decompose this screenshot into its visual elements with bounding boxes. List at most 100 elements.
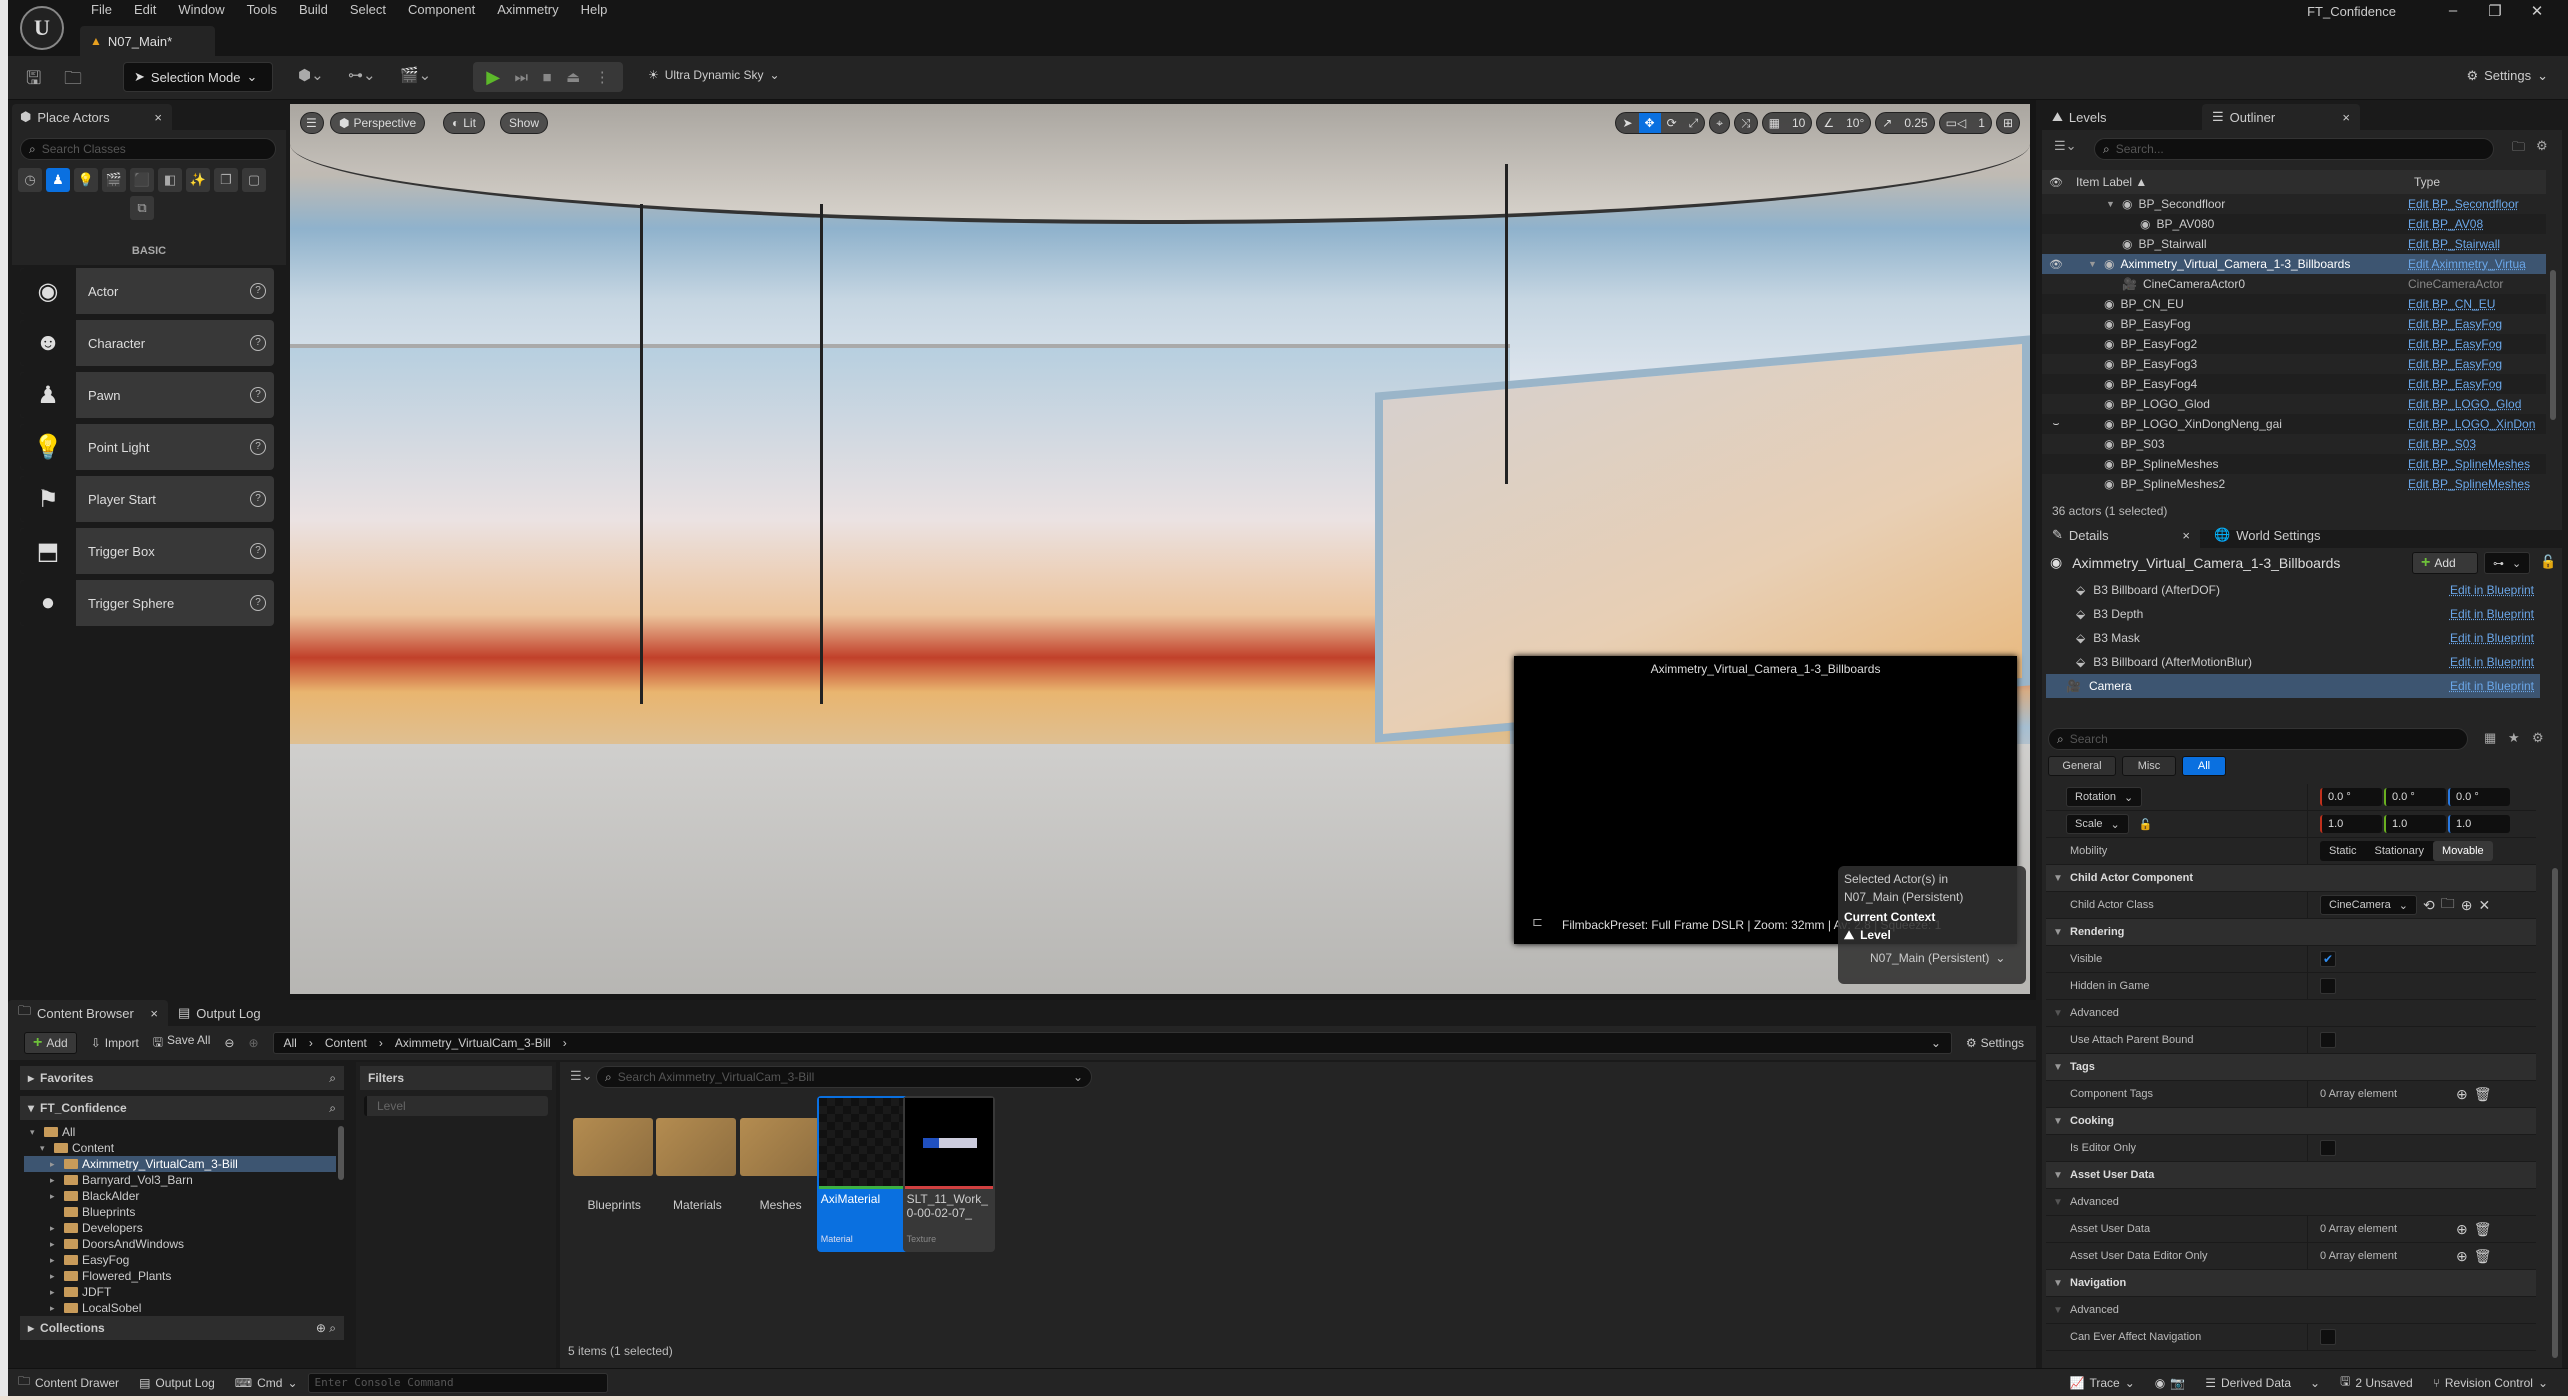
- levels-tab[interactable]: ⛰ Levels: [2042, 104, 2202, 130]
- component-row[interactable]: ⬙ B3 Depth Edit in Blueprint: [2046, 602, 2540, 626]
- actor-item-point-light[interactable]: 💡 Point Light?: [20, 424, 274, 470]
- asset-tile[interactable]: Meshes: [734, 1096, 828, 1252]
- search-icon[interactable]: ⌕: [329, 1101, 336, 1116]
- outliner-row[interactable]: ◉ BP_S03 Edit BP_S03: [2042, 434, 2546, 454]
- filter-icon[interactable]: ☰⌄: [2054, 138, 2077, 154]
- component-row[interactable]: ⬙ B3 Billboard (AfterMotionBlur) Edit in B…: [2046, 650, 2540, 674]
- chevron-right-icon[interactable]: ▸: [50, 1255, 60, 1266]
- table-view-icon[interactable]: ▦: [2484, 730, 2496, 746]
- world-settings-tab[interactable]: 🌐 World Settings: [2204, 522, 2364, 548]
- child-actor-class-dropdown[interactable]: CineCamera ⌄: [2320, 895, 2417, 915]
- forward-icon[interactable]: ⊕: [248, 1036, 258, 1050]
- edit-in-blueprint-link[interactable]: Edit in Blueprint: [2450, 607, 2534, 621]
- maximize-button[interactable]: ❐: [2480, 2, 2510, 20]
- menu-file[interactable]: File: [80, 0, 123, 22]
- rotate-tool-icon[interactable]: ⟳: [1661, 113, 1683, 133]
- scale-y-input[interactable]: 1.0: [2384, 815, 2446, 833]
- folder-tree-item[interactable]: ▸ Flowered_Plants: [24, 1268, 336, 1284]
- close-icon[interactable]: ×: [150, 1006, 158, 1021]
- scale-z-input[interactable]: 1.0: [2448, 815, 2510, 833]
- breadcrumb-all[interactable]: All: [284, 1036, 297, 1050]
- output-log-tab[interactable]: ▤ Output Log: [168, 1000, 288, 1026]
- checkbox[interactable]: [2320, 978, 2336, 994]
- level-viewport[interactable]: ☰ ⬢ Perspective ◐ Lit Show ➤ ✥ ⟳ ⤢ ⌖ ⤨ ▦ 10…: [290, 104, 2030, 994]
- breadcrumb-folder[interactable]: Aximmetry_VirtualCam_3-Bill: [395, 1036, 551, 1050]
- outliner-row[interactable]: ▼ ◉ BP_Secondfloor Edit BP_Secondfloor: [2042, 194, 2546, 214]
- advanced-section[interactable]: ▼ Advanced: [2046, 1297, 2536, 1324]
- surface-snap-button[interactable]: ⤨: [1734, 112, 1758, 134]
- edit-blueprint-link[interactable]: Edit BP_AV08: [2408, 217, 2546, 231]
- viewport-menu-button[interactable]: ☰: [300, 112, 324, 134]
- outliner-row[interactable]: ◉ BP_EasyFog3 Edit BP_EasyFog: [2042, 354, 2546, 374]
- advanced-section[interactable]: ▼ Advanced: [2046, 1000, 2536, 1027]
- scale-dropdown[interactable]: Scale ⌄: [2066, 814, 2129, 834]
- lights-icon[interactable]: 💡: [74, 168, 98, 192]
- coordinate-space-button[interactable]: ⌖: [1709, 112, 1731, 134]
- outliner-row[interactable]: ◉ BP_EasyFog Edit BP_EasyFog: [2042, 314, 2546, 334]
- folder-tree-item[interactable]: ▸ JDFT: [24, 1284, 336, 1300]
- edit-in-blueprint-link[interactable]: Edit in Blueprint: [2450, 655, 2534, 669]
- edit-blueprint-link[interactable]: Edit BP_EasyFog: [2408, 317, 2546, 331]
- scale-tool-icon[interactable]: ⤢: [1683, 113, 1705, 133]
- filter-icon[interactable]: ☰⌄: [570, 1068, 593, 1084]
- component-row[interactable]: ⬙ B3 Mask Edit in Blueprint: [2046, 626, 2540, 650]
- edit-blueprint-link[interactable]: Edit BP_LOGO_XinDon: [2408, 417, 2546, 431]
- folder-tree-item[interactable]: ▸ Developers: [24, 1220, 336, 1236]
- reset-arrow-icon[interactable]: ⟲: [2423, 897, 2435, 914]
- expand-arrow-icon[interactable]: ▼: [2088, 259, 2098, 269]
- menu-component[interactable]: Component: [397, 0, 486, 22]
- search-classes-input[interactable]: ⌕ Search Classes: [20, 138, 276, 160]
- project-section[interactable]: ▾ FT_Confidence ⌕: [20, 1096, 344, 1120]
- add-folder-icon[interactable]: 🗀: [2512, 138, 2525, 160]
- folder-tree-item[interactable]: ▸ BlackAlder: [24, 1188, 336, 1204]
- edit-in-blueprint-link[interactable]: Edit in Blueprint: [2450, 679, 2534, 693]
- selection-mode-dropdown[interactable]: ➤ Selection Mode ⌄: [123, 62, 273, 92]
- eye-icon[interactable]: 👁: [2042, 176, 2070, 189]
- outliner-search-input[interactable]: ⌕ Search...: [2094, 138, 2494, 160]
- folder-tree-item[interactable]: ▸ Aximmetry_VirtualCam_3-Bill: [24, 1156, 336, 1172]
- checkbox[interactable]: [2320, 1329, 2336, 1345]
- mobility-static[interactable]: Static: [2320, 841, 2366, 861]
- save-icon[interactable]: 🖫: [26, 66, 41, 96]
- edit-blueprint-link[interactable]: Edit BP_Stairwall: [2408, 237, 2546, 251]
- lock-icon[interactable]: 🔓: [2540, 554, 2556, 570]
- folder-tree-item[interactable]: ▸ LocalSobel: [24, 1300, 336, 1316]
- play-icon[interactable]: ▶: [486, 67, 500, 88]
- star-icon[interactable]: ★: [2508, 730, 2520, 746]
- edit-in-blueprint-link[interactable]: Edit in Blueprint: [2450, 631, 2534, 645]
- help-icon[interactable]: ?: [250, 283, 266, 299]
- add-element-icon[interactable]: ⊕: [2456, 1248, 2468, 1265]
- component-row[interactable]: ⬙ B3 Billboard (AfterDOF) Edit in Blueprin…: [2046, 578, 2540, 602]
- outliner-row[interactable]: ◉ BP_SplineMeshes2 Edit BP_SplineMeshes: [2042, 474, 2546, 494]
- chevron-right-icon[interactable]: ▸: [50, 1159, 60, 1170]
- menu-select[interactable]: Select: [339, 0, 397, 22]
- checkbox[interactable]: [2320, 1140, 2336, 1156]
- blueprint-icon[interactable]: ⊶⌄: [348, 66, 376, 84]
- pin-icon[interactable]: ⊏: [1532, 914, 1543, 930]
- folder-tree-item[interactable]: ▸ EasyFog: [24, 1252, 336, 1268]
- settings-button[interactable]: ⚙ Settings ⌄: [2466, 68, 2548, 84]
- edit-blueprint-link[interactable]: Edit BP_SplineMeshes: [2408, 457, 2546, 471]
- geometry-icon[interactable]: ◧: [158, 168, 182, 192]
- category-rendering[interactable]: ▼ Rendering: [2046, 919, 2536, 946]
- scale-x-input[interactable]: 1.0: [2320, 815, 2382, 833]
- help-icon[interactable]: ?: [250, 335, 266, 351]
- menu-edit[interactable]: Edit: [123, 0, 167, 22]
- outliner-row[interactable]: ◉ BP_SplineMeshes Edit BP_SplineMeshes: [2042, 454, 2546, 474]
- clear-icon[interactable]: ✕: [2478, 897, 2490, 914]
- search-icon[interactable]: ⌕: [329, 1071, 336, 1086]
- category-cooking[interactable]: ▼ Cooking: [2046, 1108, 2536, 1135]
- rotation-dropdown[interactable]: Rotation ⌄: [2066, 787, 2143, 807]
- edit-blueprint-link[interactable]: Edit BP_EasyFog: [2408, 337, 2546, 351]
- visual-effects-icon[interactable]: ⬛: [130, 168, 154, 192]
- outliner-row[interactable]: 👁 ▼ ◉ Aximmetry_Virtual_Camera_1-3_Billboar…: [2042, 254, 2546, 274]
- chevron-right-icon[interactable]: ▸: [50, 1191, 60, 1202]
- outliner-row[interactable]: ◉ BP_LOGO_Glod Edit BP_LOGO_Glod: [2042, 394, 2546, 414]
- help-icon[interactable]: ?: [250, 387, 266, 403]
- camera-speed-button[interactable]: ▭◁ 1: [1938, 112, 1992, 134]
- add-component-button[interactable]: + Add: [2412, 552, 2478, 574]
- browse-content-icon[interactable]: 🗀: [64, 66, 82, 96]
- chevron-right-icon[interactable]: ▸: [50, 1271, 60, 1282]
- filter-all[interactable]: All: [2182, 756, 2226, 776]
- rotation-z-input[interactable]: 0.0 °: [2448, 788, 2510, 806]
